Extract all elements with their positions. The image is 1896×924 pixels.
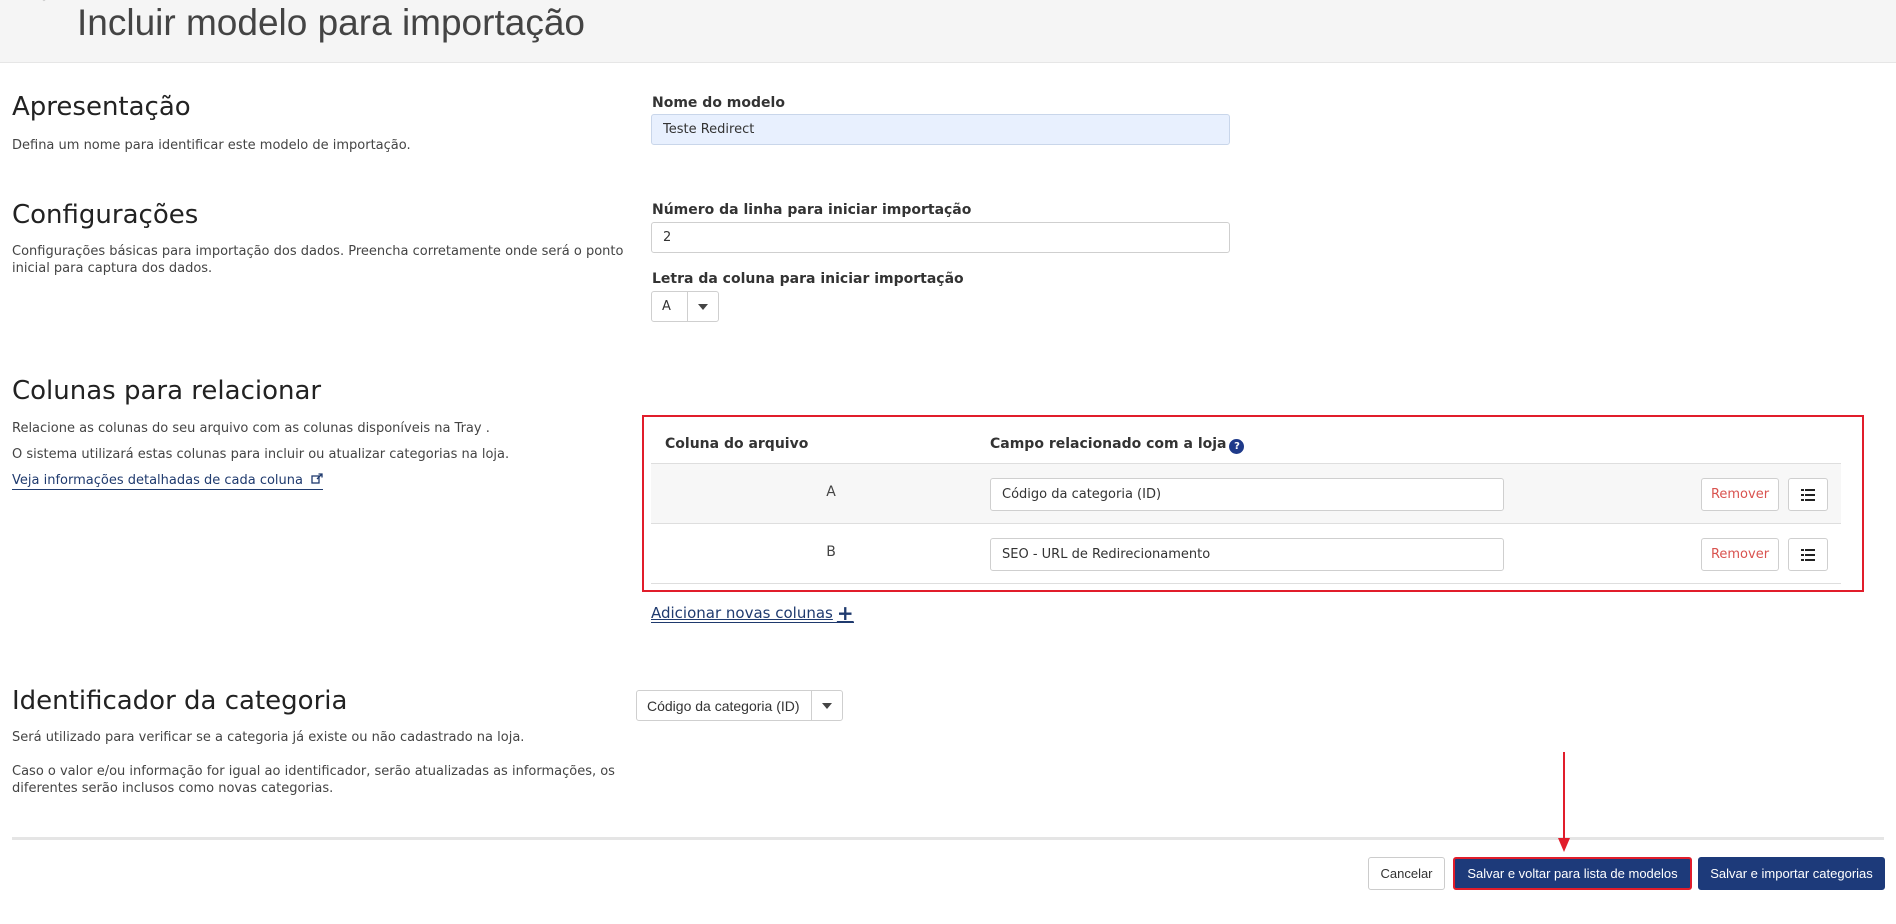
start-row-label: Número da linha para iniciar importação — [652, 202, 972, 218]
row-field-select[interactable]: SEO - URL de Redirecionamento — [990, 538, 1504, 571]
footer-divider — [12, 837, 1884, 840]
start-row-input[interactable] — [651, 222, 1230, 253]
list-icon — [1801, 548, 1815, 561]
identifier-description-1: Será utilizado para verificar se a categ… — [12, 730, 525, 745]
identifier-select[interactable]: Código da categoria (ID) — [636, 690, 843, 721]
annotation-arrow-head — [1558, 838, 1570, 852]
save-and-import-button[interactable]: Salvar e importar categorias — [1698, 857, 1885, 890]
cancel-button[interactable]: Cancelar — [1368, 857, 1445, 890]
list-options-button[interactable] — [1788, 538, 1828, 571]
row-field-value: SEO - URL de Redirecionamento — [1002, 547, 1211, 562]
row-column-letter: A — [826, 484, 836, 500]
chevron-down-icon[interactable] — [811, 691, 842, 720]
row-field-value: Código da categoria (ID) — [1002, 487, 1162, 502]
remove-button[interactable]: Remover — [1701, 538, 1779, 571]
start-column-value: A — [662, 299, 671, 314]
list-icon — [1801, 488, 1815, 501]
save-and-back-button[interactable]: Salvar e voltar para lista de modelos — [1453, 857, 1692, 890]
row-field-select[interactable]: Código da categoria (ID) — [990, 478, 1504, 511]
identifier-description-3: diferentes serão inclusos como novas cat… — [12, 781, 334, 796]
row-column-letter: B — [826, 544, 836, 560]
settings-description-2: inicial para captura dos dados. — [12, 261, 213, 276]
identifier-select-value: Código da categoria (ID) — [647, 697, 800, 714]
start-column-select[interactable]: A — [651, 291, 719, 322]
external-link-icon — [311, 472, 323, 488]
table-row: B SEO - URL de Redirecionamento Remover — [651, 524, 1841, 584]
remove-button[interactable]: Remover — [1701, 478, 1779, 511]
settings-title: Configurações — [12, 200, 199, 230]
column-details-link-label: Veja informações detalhadas de cada colu… — [12, 473, 303, 488]
model-name-label: Nome do modelo — [652, 95, 785, 111]
store-field-header: Campo relacionado com a loja? — [990, 436, 1245, 454]
plus-icon: + — [836, 601, 854, 625]
presentation-title: Apresentação — [12, 92, 191, 122]
page-title: Incluir modelo para importação — [77, 2, 585, 43]
import-icon — [30, 0, 60, 10]
add-columns-link-label: Adicionar novas colunas — [651, 604, 833, 622]
presentation-description: Defina um nome para identificar este mod… — [12, 138, 411, 153]
file-column-header: Coluna do arquivo — [665, 436, 809, 452]
list-options-button[interactable] — [1788, 478, 1828, 511]
table-row: A Código da categoria (ID) Remover — [651, 464, 1841, 524]
model-name-input[interactable] — [651, 114, 1230, 145]
page-header: Incluir modelo para importação — [0, 0, 1896, 63]
column-mapping-table: Coluna do arquivo Campo relacionado com … — [642, 415, 1864, 592]
question-circle-icon[interactable]: ? — [1229, 439, 1245, 454]
add-columns-link[interactable]: Adicionar novas colunas + — [651, 601, 854, 625]
columns-title: Colunas para relacionar — [12, 376, 322, 406]
chevron-down-icon[interactable] — [687, 292, 718, 321]
page: Incluir modelo para importação Apresenta… — [0, 0, 1896, 924]
column-details-link[interactable]: Veja informações detalhadas de cada colu… — [12, 472, 324, 490]
annotation-arrow-line — [1563, 752, 1565, 842]
start-column-label: Letra da coluna para iniciar importação — [652, 271, 964, 287]
identifier-description-2: Caso o valor e/ou informação for igual a… — [12, 764, 615, 779]
store-field-header-label: Campo relacionado com a loja — [990, 436, 1227, 452]
settings-description-1: Configurações básicas para importação do… — [12, 244, 624, 259]
columns-description-1: Relacione as colunas do seu arquivo com … — [12, 421, 490, 436]
identifier-title: Identificador da categoria — [12, 686, 348, 716]
columns-description-2: O sistema utilizará estas colunas para i… — [12, 447, 510, 462]
